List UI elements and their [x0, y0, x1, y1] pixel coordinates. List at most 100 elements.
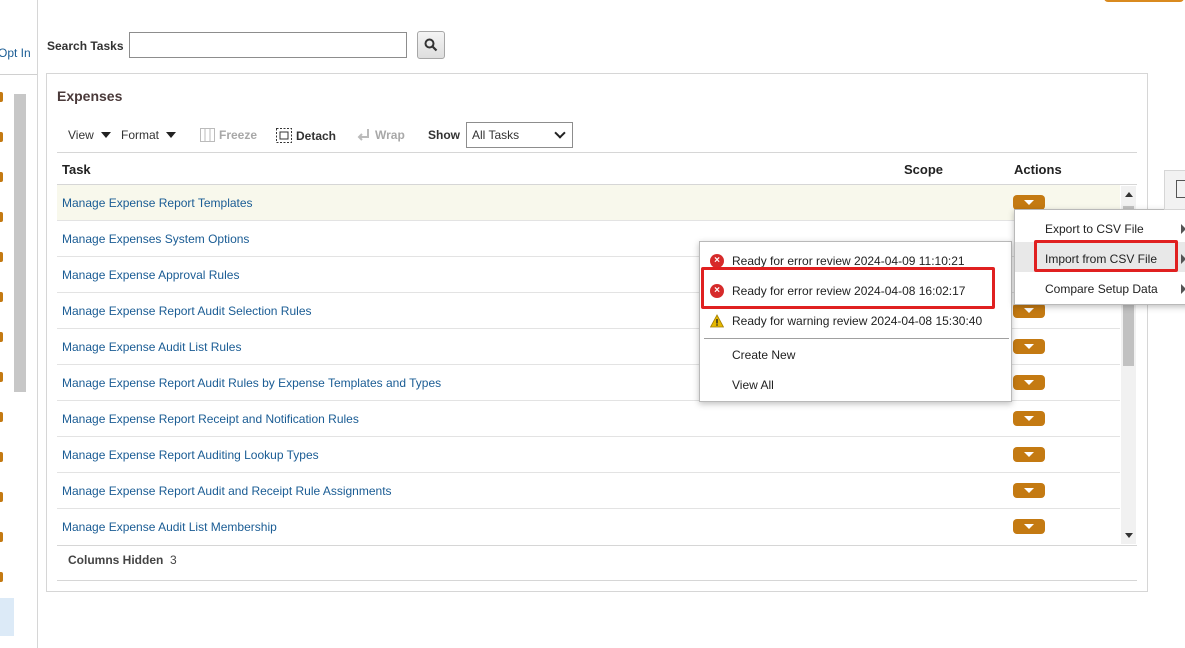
task-link[interactable]: Manage Expense Report Auditing Lookup Ty… [62, 448, 319, 462]
detach-label: Detach [296, 128, 337, 143]
status-mark [0, 492, 3, 502]
export-csv-item[interactable]: Export to CSV File [1015, 212, 1185, 242]
chevron-right-icon [1181, 254, 1185, 264]
table-row[interactable]: Manage Expense Report Templates [57, 185, 1120, 221]
scroll-down-icon[interactable] [1125, 533, 1133, 538]
status-menu-item[interactable]: Ready for warning review 2024-04-08 15:3… [700, 306, 1011, 336]
status-mark [0, 252, 3, 262]
task-link[interactable]: Manage Expense Report Audit and Receipt … [62, 484, 392, 498]
chevron-down-icon [1024, 344, 1034, 349]
warning-icon [710, 314, 724, 328]
status-mark [0, 332, 3, 342]
divider [704, 338, 1009, 339]
search-input[interactable] [129, 32, 407, 58]
actions-button[interactable] [1013, 447, 1045, 462]
divider [57, 580, 1137, 581]
view-label: View [68, 128, 94, 142]
columns-hidden: Columns Hidden 3 [68, 553, 177, 567]
actions-button[interactable] [1013, 195, 1045, 210]
actions-button[interactable] [1013, 375, 1045, 390]
show-label: Show [428, 128, 460, 142]
create-new-item[interactable]: Create New [700, 340, 1011, 370]
freeze-button[interactable]: Freeze [200, 128, 257, 142]
table-row[interactable]: Manage Expense Report Receipt and Notifi… [57, 401, 1120, 437]
create-new-label: Create New [732, 348, 796, 362]
task-link[interactable]: Manage Expense Report Receipt and Notifi… [62, 412, 359, 426]
header-scope[interactable]: Scope [904, 162, 943, 177]
status-mark [0, 372, 3, 382]
status-mark [0, 532, 3, 542]
actions-button[interactable] [1013, 339, 1045, 354]
table-row[interactable]: Manage Expense Report Audit and Receipt … [57, 473, 1120, 509]
header-actions[interactable]: Actions [1014, 162, 1062, 177]
table-row[interactable]: Manage Expense Audit List Membership [57, 509, 1120, 545]
task-link[interactable]: Manage Expense Audit List Rules [62, 340, 241, 354]
detach-button[interactable]: Detach [276, 128, 336, 143]
task-link[interactable]: Manage Expense Report Audit Selection Ru… [62, 304, 312, 318]
status-menu-label: Ready for error review 2024-04-09 11:10:… [732, 254, 965, 268]
show-select-value: All Tasks [472, 128, 520, 142]
import-status-popup: × Ready for error review 2024-04-09 11:1… [699, 241, 1012, 402]
divider [0, 74, 37, 75]
wrap-label: Wrap [375, 128, 405, 142]
task-link[interactable]: Manage Expense Audit List Membership [62, 520, 277, 534]
status-mark [0, 412, 3, 422]
table-row[interactable]: Manage Expense Report Auditing Lookup Ty… [57, 437, 1120, 473]
divider [57, 545, 1137, 546]
error-icon: × [710, 254, 724, 268]
search-label: Search Tasks [47, 39, 124, 53]
compare-setup-item[interactable]: Compare Setup Data [1015, 272, 1185, 302]
format-label: Format [121, 128, 160, 142]
panel-title: Expenses [57, 88, 123, 104]
chevron-down-icon [1024, 380, 1034, 385]
detach-icon [276, 128, 292, 143]
chevron-down-icon [1024, 452, 1034, 457]
menu-label: Compare Setup Data [1045, 282, 1158, 296]
task-link[interactable]: Manage Expense Report Templates [62, 196, 253, 210]
status-mark [0, 452, 3, 462]
chevron-down-icon [554, 127, 566, 139]
status-menu-label: Ready for warning review 2024-04-08 15:3… [732, 314, 983, 328]
opt-in-link[interactable]: Opt In [0, 46, 31, 60]
format-menu[interactable]: Format [121, 128, 177, 142]
freeze-label: Freeze [219, 128, 258, 142]
view-menu[interactable]: View [68, 128, 111, 142]
task-link[interactable]: Manage Expense Report Audit Rules by Exp… [62, 376, 441, 390]
view-all-label: View All [732, 378, 774, 392]
chevron-down-icon [1024, 488, 1034, 493]
status-mark [0, 132, 3, 142]
task-link[interactable]: Manage Expenses System Options [62, 232, 249, 246]
chevron-down-icon [1024, 308, 1034, 313]
actions-button[interactable] [1013, 303, 1045, 318]
left-scrollbar[interactable] [14, 94, 26, 392]
status-mark [0, 92, 3, 102]
highlight-box [701, 267, 995, 309]
actions-button[interactable] [1013, 483, 1045, 498]
chevron-right-icon [1181, 284, 1185, 294]
table-header: Task Scope Actions [57, 152, 1137, 185]
left-panel: Opt In [0, 0, 38, 648]
show-select[interactable]: All Tasks [466, 122, 573, 148]
freeze-icon [200, 128, 215, 142]
scroll-up-icon[interactable] [1125, 192, 1133, 197]
header-task[interactable]: Task [62, 162, 91, 177]
chevron-down-icon [1024, 524, 1034, 529]
actions-button[interactable] [1013, 411, 1045, 426]
selected-item[interactable] [0, 598, 14, 636]
status-mark [0, 212, 3, 222]
chevron-right-icon [1181, 224, 1185, 234]
search-icon [424, 38, 438, 52]
top-action-button[interactable] [1104, 0, 1184, 2]
view-all-item[interactable]: View All [700, 370, 1011, 400]
task-link[interactable]: Manage Expense Approval Rules [62, 268, 239, 282]
wrap-button[interactable]: Wrap [357, 128, 405, 142]
status-mark [0, 292, 3, 302]
chevron-down-icon [100, 132, 111, 138]
chevron-down-icon [1024, 416, 1034, 421]
actions-button[interactable] [1013, 519, 1045, 534]
status-mark [0, 172, 3, 182]
columns-hidden-label: Columns Hidden [68, 553, 164, 567]
search-button[interactable] [417, 31, 445, 59]
chevron-down-icon [1024, 200, 1034, 205]
wrap-icon [357, 129, 369, 141]
